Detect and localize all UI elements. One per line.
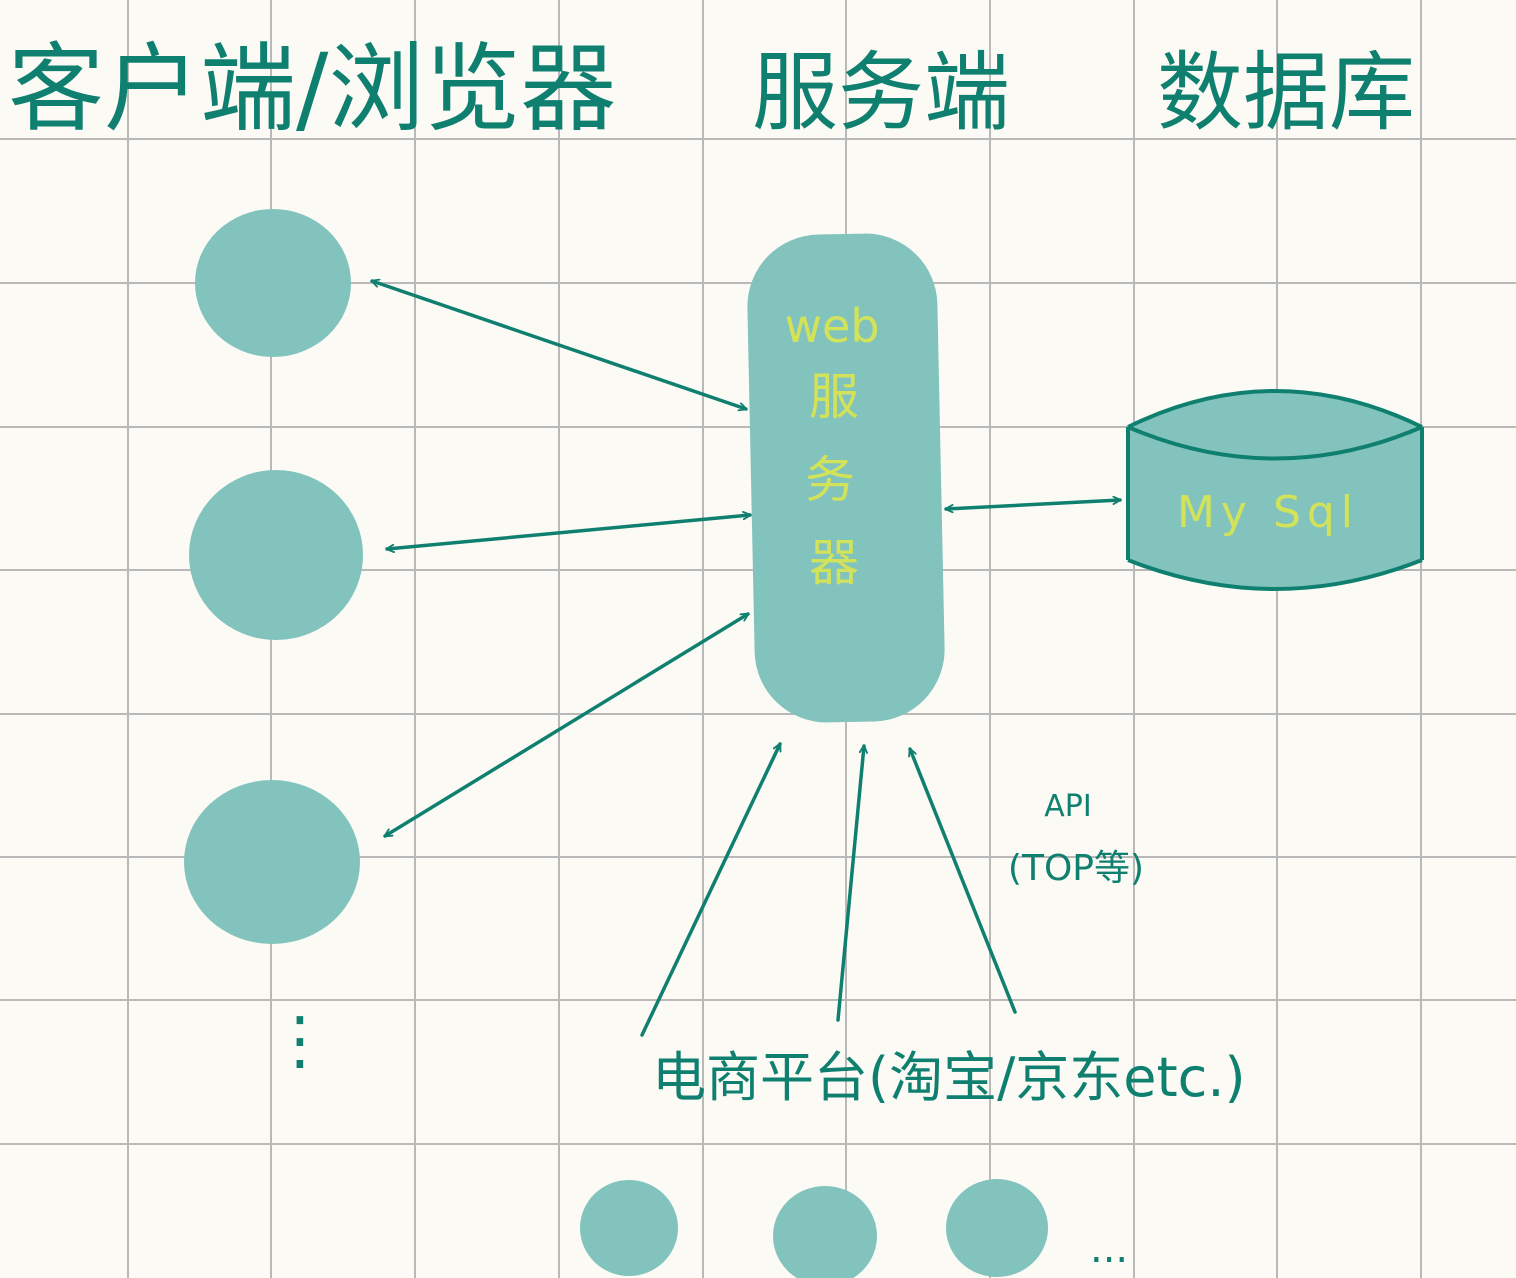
clients-ellipsis: ⋮: [268, 1004, 332, 1078]
header-server: 服务端: [752, 43, 1010, 143]
client-node-3: [184, 780, 360, 944]
server-label-char-3: 器: [809, 534, 859, 592]
platform-node-1: [580, 1180, 678, 1276]
arrow-server-database: [944, 500, 1122, 509]
platform-label: 电商平台(淘宝/京东etc.): [652, 1046, 1246, 1109]
arrow-platform-server-3: [910, 747, 1017, 1014]
server-label-char-1: 服: [809, 368, 859, 426]
header-database: 数据库: [1157, 43, 1415, 143]
arrow-platform-server-1: [640, 742, 782, 1037]
api-label: API: [1044, 789, 1091, 824]
diagram-svg: 客户端/浏览器 服务端 数据库 ⋮ web 服 务 器 My Sql API (…: [0, 0, 1516, 1278]
database-label: My Sql: [1177, 487, 1359, 538]
diagram-canvas: 客户端/浏览器 服务端 数据库 ⋮ web 服 务 器 My Sql API (…: [0, 0, 1516, 1278]
platform-node-2: [773, 1186, 877, 1278]
arrow-client-2-server: [385, 515, 752, 549]
platforms-ellipsis: ...: [1090, 1226, 1128, 1272]
arrow-client-3-server: [383, 612, 750, 838]
server-label-web: web: [784, 299, 879, 353]
api-protocol-label: (TOP等): [1008, 848, 1144, 889]
platform-node-3: [946, 1179, 1048, 1277]
server-label-char-2: 务: [805, 451, 855, 509]
client-node-2: [189, 470, 363, 640]
client-node-1: [195, 209, 351, 357]
header-client: 客户端/浏览器: [8, 33, 616, 145]
arrow-platform-server-2: [836, 744, 864, 1022]
